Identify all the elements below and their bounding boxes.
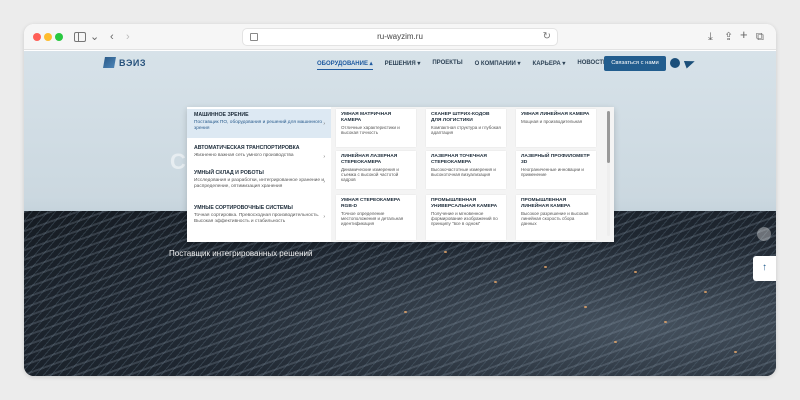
- new-tab-icon[interactable]: +: [740, 28, 748, 42]
- chevron-down-icon: ▾: [562, 61, 566, 67]
- product-card[interactable]: ПРОМЫШЛЕННАЯ ЛИНЕЙНАЯ КАМЕРА Высокое раз…: [516, 195, 596, 240]
- product-card[interactable]: ЛИНЕЙНАЯ ЛАЗЕРНАЯ СТЕРЕОКАМЕРА Динамичес…: [336, 151, 416, 189]
- arrow-up-icon: ↑: [762, 262, 767, 273]
- reload-icon[interactable]: ↻: [543, 31, 551, 42]
- chevron-right-icon: ›: [323, 179, 325, 185]
- chevron-down-icon: ▾: [517, 61, 521, 67]
- main-nav: ОБОРУДОВАНИЕ ▴ РЕШЕНИЯ ▾ ПРОЕКТЫ О КОМПА…: [317, 60, 607, 70]
- equipment-mega-menu: МАШИННОЕ ЗРЕНИЕ Поставщик ПО, оборудован…: [187, 107, 614, 242]
- zoom-window-button[interactable]: [55, 33, 63, 41]
- product-card[interactable]: УМНАЯ ЛИНЕЙНАЯ КАМЕРА Мощная и производи…: [516, 109, 596, 147]
- back-icon[interactable]: ‹: [110, 30, 114, 44]
- chevron-right-icon: ›: [323, 154, 325, 160]
- product-card[interactable]: УМНАЯ МАТРИЧНАЯ КАМЕРА Отличные характер…: [336, 109, 416, 147]
- chevron-up-icon: ▴: [369, 61, 373, 67]
- product-card[interactable]: ПРОМЫШЛЕННАЯ УНИВЕРСАЛЬНАЯ КАМЕРА Получе…: [426, 195, 506, 240]
- hero-tagline: Поставщик интегрированных решений: [169, 249, 313, 258]
- category-smart-warehouse[interactable]: УМНЫЙ СКЛАД И РОБОТЫ Исследования и разр…: [187, 167, 331, 201]
- address-bar[interactable]: ru-wayzim.ru ↻: [242, 28, 558, 46]
- telegram-icon[interactable]: [685, 58, 695, 68]
- chevron-down-icon: ▾: [417, 61, 421, 67]
- category-auto-transport[interactable]: АВТОМАТИЧЕСКАЯ ТРАНСПОРТИРОВКА Жизненно …: [187, 142, 331, 164]
- share-icon[interactable]: ⇪: [724, 30, 733, 44]
- chevron-right-icon: ›: [323, 121, 325, 127]
- product-card[interactable]: УМНАЯ СТЕРЕОКАМЕРА RGB-D Точное определе…: [336, 195, 416, 240]
- hero-heading: С: [170, 149, 186, 174]
- logo-icon: [103, 57, 116, 68]
- category-list: МАШИННОЕ ЗРЕНИЕ Поставщик ПО, оборудован…: [187, 107, 331, 242]
- tab-overview-icon[interactable]: ⧉: [756, 30, 764, 44]
- nav-item-about[interactable]: О КОМПАНИИ ▾: [475, 60, 521, 70]
- browser-toolbar: ⌄ ‹ › ru-wayzim.ru ↻ ⤓ ⇪ + ⧉: [24, 24, 776, 50]
- menu-scrollbar[interactable]: [607, 111, 610, 236]
- site-header: ВЭИЗ ОБОРУДОВАНИЕ ▴ РЕШЕНИЯ ▾ ПРОЕКТЫ О …: [24, 51, 776, 77]
- scroll-to-top-button[interactable]: ↑: [753, 256, 776, 281]
- menu-scrollbar-thumb[interactable]: [607, 111, 610, 163]
- close-window-button[interactable]: [33, 33, 41, 41]
- forward-icon[interactable]: ›: [126, 30, 130, 44]
- url-text: ru-wayzim.ru: [377, 32, 423, 41]
- browser-window: ⌄ ‹ › ru-wayzim.ru ↻ ⤓ ⇪ + ⧉ С Поставщик…: [24, 24, 776, 376]
- web-page: С Поставщик интегрированных решений ВЭИЗ…: [24, 51, 776, 376]
- sidebar-toggle-icon[interactable]: [74, 32, 86, 42]
- contact-button[interactable]: Связаться с нами: [604, 56, 666, 71]
- nav-item-career[interactable]: КАРЬЕРА ▾: [533, 60, 566, 70]
- side-widget-icon[interactable]: [757, 227, 771, 241]
- minimize-window-button[interactable]: [44, 33, 52, 41]
- product-card[interactable]: ЛАЗЕРНАЯ ТОЧЕЧНАЯ СТЕРЕОКАМЕРА Высокочас…: [426, 151, 506, 189]
- nav-item-news[interactable]: НОВОСТИ: [577, 60, 607, 70]
- nav-item-projects[interactable]: ПРОЕКТЫ: [432, 60, 462, 70]
- product-card[interactable]: ЛАЗЕРНЫЙ ПРОФИЛОМЕТР 3D Неограниченные и…: [516, 151, 596, 189]
- category-sorting-systems[interactable]: УМНЫЕ СОРТИРОВОЧНЫЕ СИСТЕМЫ Точная сорти…: [187, 202, 331, 236]
- chevron-down-icon[interactable]: ⌄: [90, 30, 99, 44]
- logo-text: ВЭИЗ: [119, 57, 147, 68]
- download-icon[interactable]: ⤓: [708, 30, 713, 44]
- nav-item-solutions[interactable]: РЕШЕНИЯ ▾: [385, 60, 421, 70]
- product-card[interactable]: СКАНЕР ШТРИХ-КОДОВ ДЛЯ ЛОГИСТИКИ Компакт…: [426, 109, 506, 147]
- whatsapp-icon[interactable]: [670, 58, 680, 68]
- category-machine-vision[interactable]: МАШИННОЕ ЗРЕНИЕ Поставщик ПО, оборудован…: [187, 109, 331, 138]
- nav-item-equipment[interactable]: ОБОРУДОВАНИЕ ▴: [317, 60, 373, 70]
- site-logo[interactable]: ВЭИЗ: [103, 57, 147, 68]
- chevron-right-icon: ›: [323, 214, 325, 220]
